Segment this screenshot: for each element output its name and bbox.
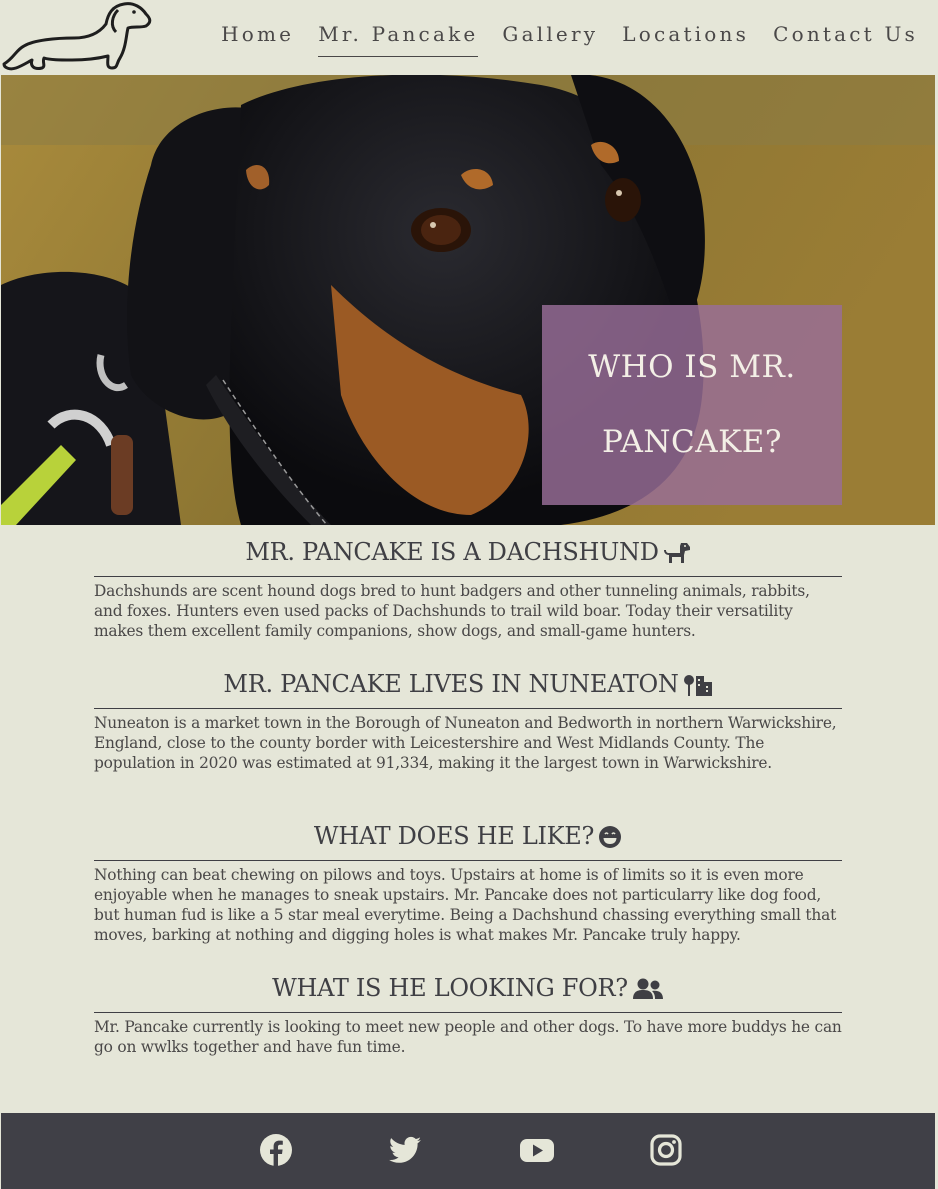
section-dachshund: MR. PANCAKE IS A DACHSHUND Dachshunds ar…	[94, 530, 842, 662]
users-icon	[632, 971, 664, 1015]
section-title: WHAT DOES HE LIKE?	[94, 814, 842, 861]
youtube-icon[interactable]	[519, 1133, 554, 1167]
instagram-icon[interactable]	[649, 1133, 683, 1167]
nav-contact-us[interactable]: Contact Us	[773, 22, 918, 57]
site-footer	[1, 1113, 935, 1189]
hero-banner: WHO IS MR. PANCAKE?	[1, 75, 935, 525]
section-title: MR. PANCAKE LIVES IN NUNEATON	[94, 662, 842, 709]
nav-mr-pancake[interactable]: Mr. Pancake	[318, 22, 479, 57]
facebook-icon[interactable]	[259, 1133, 293, 1167]
section-title: MR. PANCAKE IS A DACHSHUND	[94, 530, 842, 577]
hero-heading-line1: WHO IS MR.	[588, 349, 796, 385]
section-nuneaton: MR. PANCAKE LIVES IN NUNEATON Nuneaton i…	[94, 662, 842, 814]
main-nav: Home Mr. Pancake Gallery Locations Conta…	[197, 22, 918, 57]
hero-heading: WHO IS MR. PANCAKE?	[588, 330, 795, 480]
section-looking-for: WHAT IS HE LOOKING FOR? Mr. Pancake curr…	[94, 966, 842, 1057]
nav-home[interactable]: Home	[221, 22, 294, 57]
hero-heading-line2: PANCAKE?	[601, 424, 783, 460]
twitter-icon[interactable]	[388, 1133, 422, 1167]
section-title-text: WHAT IS HE LOOKING FOR?	[272, 974, 628, 1002]
section-text: Nuneaton is a market town in the Borough…	[94, 714, 837, 772]
section-text: Mr. Pancake currently is looking to meet…	[94, 1018, 842, 1056]
city-icon	[683, 667, 713, 711]
section-title-text: MR. PANCAKE LIVES IN NUNEATON	[223, 670, 679, 698]
section-text: Dachshunds are scent hound dogs bred to …	[94, 582, 810, 640]
hero-heading-box: WHO IS MR. PANCAKE?	[542, 305, 842, 505]
grin-icon	[598, 819, 622, 863]
section-title: WHAT IS HE LOOKING FOR?	[94, 966, 842, 1013]
section-likes: WHAT DOES HE LIKE? Nothing can beat chew…	[94, 814, 842, 966]
site-header: Home Mr. Pancake Gallery Locations Conta…	[0, 0, 936, 75]
nav-locations[interactable]: Locations	[622, 22, 749, 57]
nav-gallery[interactable]: Gallery	[502, 22, 598, 57]
section-title-text: MR. PANCAKE IS A DACHSHUND	[245, 538, 659, 566]
section-title-text: WHAT DOES HE LIKE?	[313, 822, 595, 850]
main-content: MR. PANCAKE IS A DACHSHUND Dachshunds ar…	[94, 530, 842, 1057]
section-text: Nothing can beat chewing on pilows and t…	[94, 866, 837, 944]
dachshund-logo-icon[interactable]	[0, 0, 152, 75]
dog-icon	[663, 535, 691, 579]
